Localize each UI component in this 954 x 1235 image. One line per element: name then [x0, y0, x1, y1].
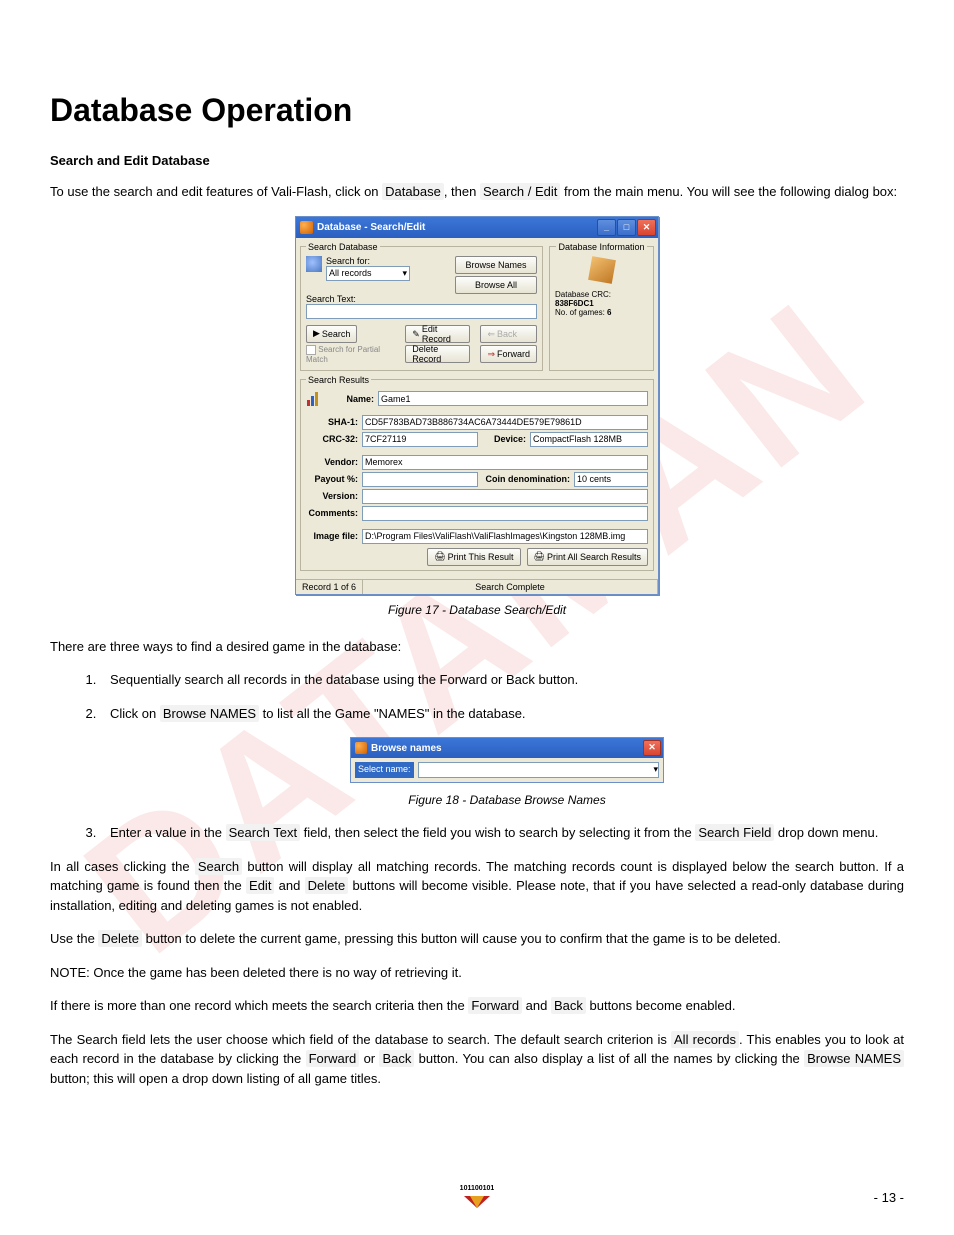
sha1-field[interactable]: CD5F783BAD73B886734AC6A73444DE579E79861D — [362, 415, 648, 430]
label-search-for: Search for: — [326, 256, 370, 266]
payout-field[interactable] — [362, 472, 478, 487]
para-searchfield: The Search field lets the user choose wh… — [50, 1030, 904, 1089]
name-field[interactable]: Game1 — [378, 391, 648, 406]
figure-caption-18: Figure 18 - Database Browse Names — [110, 791, 904, 809]
titlebar: Database - Search/Edit _ □ ✕ — [296, 217, 658, 238]
device-field[interactable]: CompactFlash 128MB — [530, 432, 648, 447]
vendor-field[interactable]: Memorex — [362, 455, 648, 470]
image-file-field[interactable]: D:\Program Files\ValiFlash\ValiFlashImag… — [362, 529, 648, 544]
search-icon — [306, 256, 322, 272]
label-search-text: Search Text: — [306, 294, 356, 304]
list-item-2: Click on Browse NAMES to list all the Ga… — [100, 704, 904, 810]
svg-text:11011001011: 11011001011 — [460, 1185, 494, 1192]
browse-all-button[interactable]: Browse All — [455, 276, 537, 294]
window-title: Database - Search/Edit — [317, 222, 597, 233]
database-icon — [588, 256, 616, 284]
chart-icon — [306, 391, 322, 407]
dialog-browse-names: Browse names ✕ Select name: ▾ — [350, 737, 664, 783]
para-delete: Use the Delete button to delete the curr… — [50, 929, 904, 949]
window-title: Browse names — [371, 741, 643, 756]
back-button[interactable]: ⇐ Back — [480, 325, 537, 343]
search-text-input[interactable] — [306, 304, 537, 319]
list-item-1: Sequentially search all records in the d… — [100, 670, 904, 690]
search-button[interactable]: ▶ Search — [306, 325, 357, 343]
crc32-field[interactable]: 7CF27119 — [362, 432, 478, 447]
search-for-select[interactable]: All records▾ — [326, 266, 410, 281]
section-heading: Search and Edit Database — [50, 153, 904, 168]
hi-search-field: Search Field — [695, 824, 774, 841]
hi-browse-names: Browse NAMES — [160, 705, 259, 722]
footer-logo: 11011001011 — [0, 1182, 954, 1215]
edit-record-button[interactable]: ✎ Edit Record — [405, 325, 470, 343]
close-button[interactable]: ✕ — [643, 740, 661, 756]
print-this-button[interactable]: 🖨 Print This Result — [427, 548, 520, 566]
hi-database: Database — [382, 183, 444, 200]
comments-field[interactable] — [362, 506, 648, 521]
forward-button[interactable]: ⇒ Forward — [480, 345, 537, 363]
partial-checkbox[interactable] — [306, 345, 316, 355]
select-name-label: Select name: — [355, 762, 414, 778]
status-bar: Record 1 of 6 Search Complete — [296, 579, 658, 594]
app-icon — [355, 742, 367, 754]
page-title: Database Operation — [50, 92, 904, 129]
figure-caption-17: Figure 17 - Database Search/Edit — [50, 603, 904, 617]
num-games-value: 6 — [607, 308, 611, 317]
find-intro: There are three ways to find a desired g… — [50, 637, 904, 657]
browse-names-button[interactable]: Browse Names — [455, 256, 537, 274]
page-number: - 13 - — [874, 1190, 904, 1205]
status-message: Search Complete — [363, 580, 658, 594]
legend-db-info: Database Information — [556, 242, 646, 252]
para-fwdback: If there is more than one record which m… — [50, 996, 904, 1016]
maximize-button[interactable]: □ — [617, 219, 636, 236]
para-search: In all cases clicking the Search button … — [50, 857, 904, 916]
delete-record-button[interactable]: Delete Record — [405, 345, 470, 363]
print-all-button[interactable]: 🖨 Print All Search Results — [527, 548, 648, 566]
status-record: Record 1 of 6 — [296, 580, 363, 594]
legend-search-db: Search Database — [306, 242, 380, 252]
dialog-search-edit: Database - Search/Edit _ □ ✕ Search Data… — [295, 216, 659, 595]
db-crc-value: 838F6DC1 — [555, 299, 594, 308]
minimize-button[interactable]: _ — [597, 219, 616, 236]
intro-paragraph: To use the search and edit features of V… — [50, 182, 904, 202]
legend-results: Search Results — [306, 375, 371, 385]
para-note: NOTE: Once the game has been deleted the… — [50, 963, 904, 983]
hi-search-text: Search Text — [226, 824, 300, 841]
close-button[interactable]: ✕ — [637, 219, 656, 236]
coin-field[interactable]: 10 cents — [574, 472, 648, 487]
app-icon — [300, 221, 313, 234]
version-field[interactable] — [362, 489, 648, 504]
list-item-3: Enter a value in the Search Text field, … — [100, 823, 904, 843]
hi-search-edit: Search / Edit — [480, 183, 560, 200]
